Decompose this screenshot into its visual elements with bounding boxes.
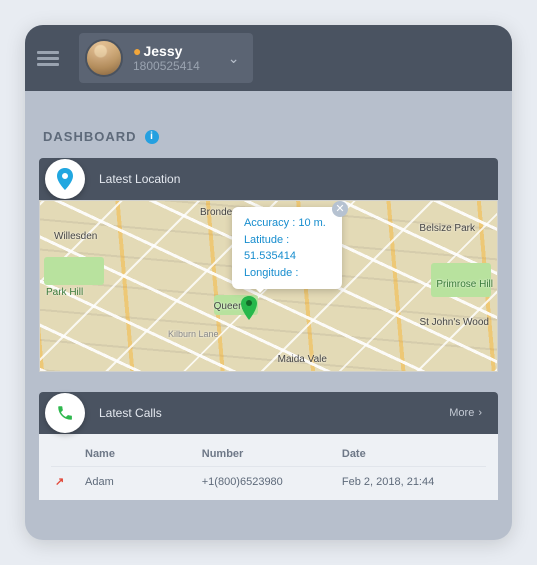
table-header: Name Number Date: [51, 442, 486, 466]
map-label: Belsize Park: [419, 223, 475, 234]
page-title: DASHBOARD: [43, 129, 137, 144]
card-header-location: Latest Location: [39, 158, 498, 200]
col-date: Date: [342, 448, 482, 460]
chevron-down-icon[interactable]: ⌄: [228, 50, 240, 67]
outgoing-call-icon: ↗: [55, 475, 85, 488]
close-icon[interactable]: ✕: [332, 201, 348, 217]
profile-id: 1800525414: [133, 59, 200, 73]
tooltip-lon-label: Longitude :: [244, 265, 330, 282]
map-label: Maida Vale: [278, 354, 327, 365]
chevron-right-icon: ›: [478, 407, 482, 419]
profile-name-text: Jessy: [143, 43, 182, 59]
profile-name: ●Jessy: [133, 43, 200, 59]
map-pin-icon[interactable]: [241, 296, 255, 318]
app-header: ●Jessy 1800525414 ⌄: [25, 25, 512, 91]
cell-name: Adam: [85, 476, 202, 488]
map-park: [44, 257, 104, 285]
map-label: Park Hill: [46, 287, 83, 298]
cell-number: +1(800)6523980: [202, 476, 342, 488]
more-label: More: [449, 407, 474, 419]
info-icon[interactable]: i: [145, 130, 159, 144]
map-label: St John's Wood: [419, 317, 489, 328]
content: DASHBOARD i Latest Location Willesden Br…: [25, 91, 512, 540]
more-link[interactable]: More ›: [449, 407, 482, 419]
profile-info: ●Jessy 1800525414: [133, 43, 200, 73]
map-label: Primrose Hill: [436, 279, 493, 290]
table-row[interactable]: ↗ Adam +1(800)6523980 Feb 2, 2018, 21:44: [51, 466, 486, 496]
col-name: Name: [85, 448, 202, 460]
card-header-calls: Latest Calls More ›: [39, 392, 498, 434]
latest-location-card: Latest Location Willesden Brondesbury Be…: [39, 158, 498, 372]
map-label: Willesden: [54, 231, 97, 242]
card-title: Latest Calls: [99, 406, 162, 420]
phone-icon: [45, 393, 85, 433]
avatar: [85, 39, 123, 77]
map-view[interactable]: Willesden Brondesbury Belsize Park Park …: [39, 200, 498, 372]
status-dot-icon: ●: [133, 43, 141, 59]
map-label: Kilburn Lane: [168, 329, 219, 339]
app-frame: ●Jessy 1800525414 ⌄ DASHBOARD i Latest L…: [25, 25, 512, 540]
page-title-row: DASHBOARD i: [43, 129, 494, 144]
location-pin-icon: [45, 159, 85, 199]
cell-date: Feb 2, 2018, 21:44: [342, 476, 482, 488]
tooltip-lat-label: Latitude :: [244, 232, 330, 249]
col-number: Number: [202, 448, 342, 460]
tooltip-accuracy: Accuracy : 10 m.: [244, 215, 330, 232]
calls-table: Name Number Date ↗ Adam +1(800)6523980 F…: [39, 434, 498, 500]
tooltip-lat-val: 51.535414: [244, 248, 330, 265]
card-title: Latest Location: [99, 172, 180, 186]
menu-icon[interactable]: [37, 49, 59, 67]
profile-selector[interactable]: ●Jessy 1800525414 ⌄: [79, 33, 253, 83]
latest-calls-card: Latest Calls More › Name Number Date ↗ A…: [39, 392, 498, 500]
map-tooltip: ✕ Accuracy : 10 m. Latitude : 51.535414 …: [232, 207, 342, 289]
